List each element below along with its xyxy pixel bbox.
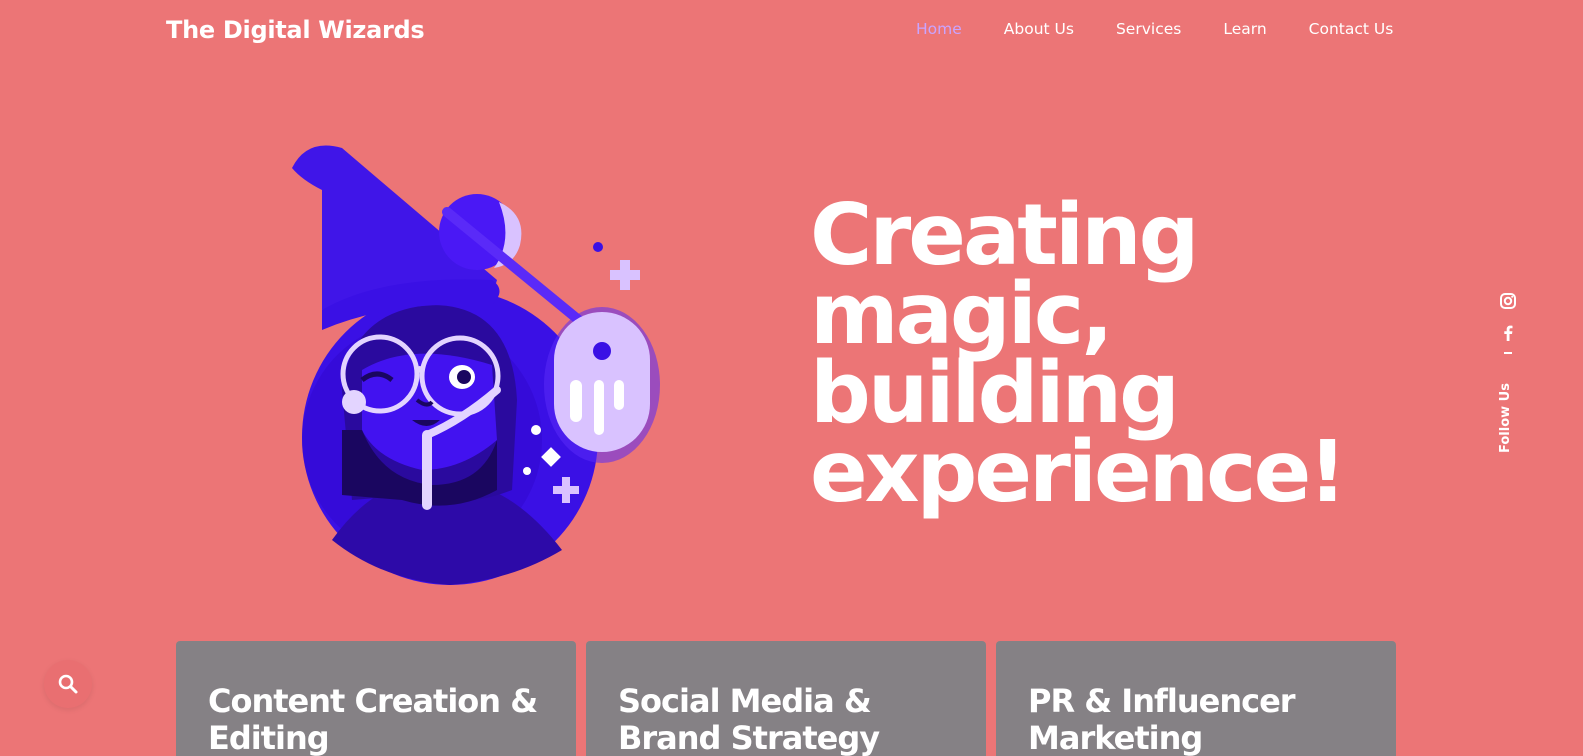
service-card[interactable]: Content Creation & Editing bbox=[176, 641, 576, 756]
headline-line: magic, bbox=[810, 265, 1114, 364]
service-card-title: Social Media & Brand Strategy bbox=[618, 682, 880, 756]
service-card-title: PR & Influencer Marketing bbox=[1028, 682, 1296, 756]
social-follow: Follow Us bbox=[1496, 290, 1520, 460]
nav-contact-us[interactable]: Contact Us bbox=[1309, 20, 1394, 38]
follow-us-label: Follow Us bbox=[1498, 383, 1513, 453]
service-card-title: Content Creation & Editing bbox=[208, 682, 538, 756]
page: The Digital Wizards Home About Us Servic… bbox=[0, 0, 1583, 756]
brand-logo[interactable]: The Digital Wizards bbox=[166, 16, 425, 44]
service-card[interactable]: PR & Influencer Marketing bbox=[996, 641, 1396, 756]
search-icon bbox=[58, 674, 78, 694]
facebook-icon[interactable] bbox=[1499, 324, 1517, 342]
headline-line: building bbox=[810, 344, 1180, 443]
nav-about-us[interactable]: About Us bbox=[1004, 20, 1074, 38]
nav-learn[interactable]: Learn bbox=[1223, 20, 1266, 38]
main-nav: Home About Us Services Learn Contact Us bbox=[916, 20, 1393, 38]
divider bbox=[1504, 352, 1512, 354]
nav-home[interactable]: Home bbox=[916, 20, 962, 38]
hero-headline: Creating magic, building experience! bbox=[810, 186, 1347, 522]
headline-line: Creating bbox=[810, 186, 1199, 285]
wizard-illustration bbox=[262, 140, 682, 585]
nav-services[interactable]: Services bbox=[1116, 20, 1181, 38]
headline-line: experience! bbox=[810, 423, 1347, 522]
service-card[interactable]: Social Media & Brand Strategy bbox=[586, 641, 986, 756]
search-button[interactable] bbox=[44, 660, 92, 708]
instagram-icon[interactable] bbox=[1499, 292, 1517, 310]
